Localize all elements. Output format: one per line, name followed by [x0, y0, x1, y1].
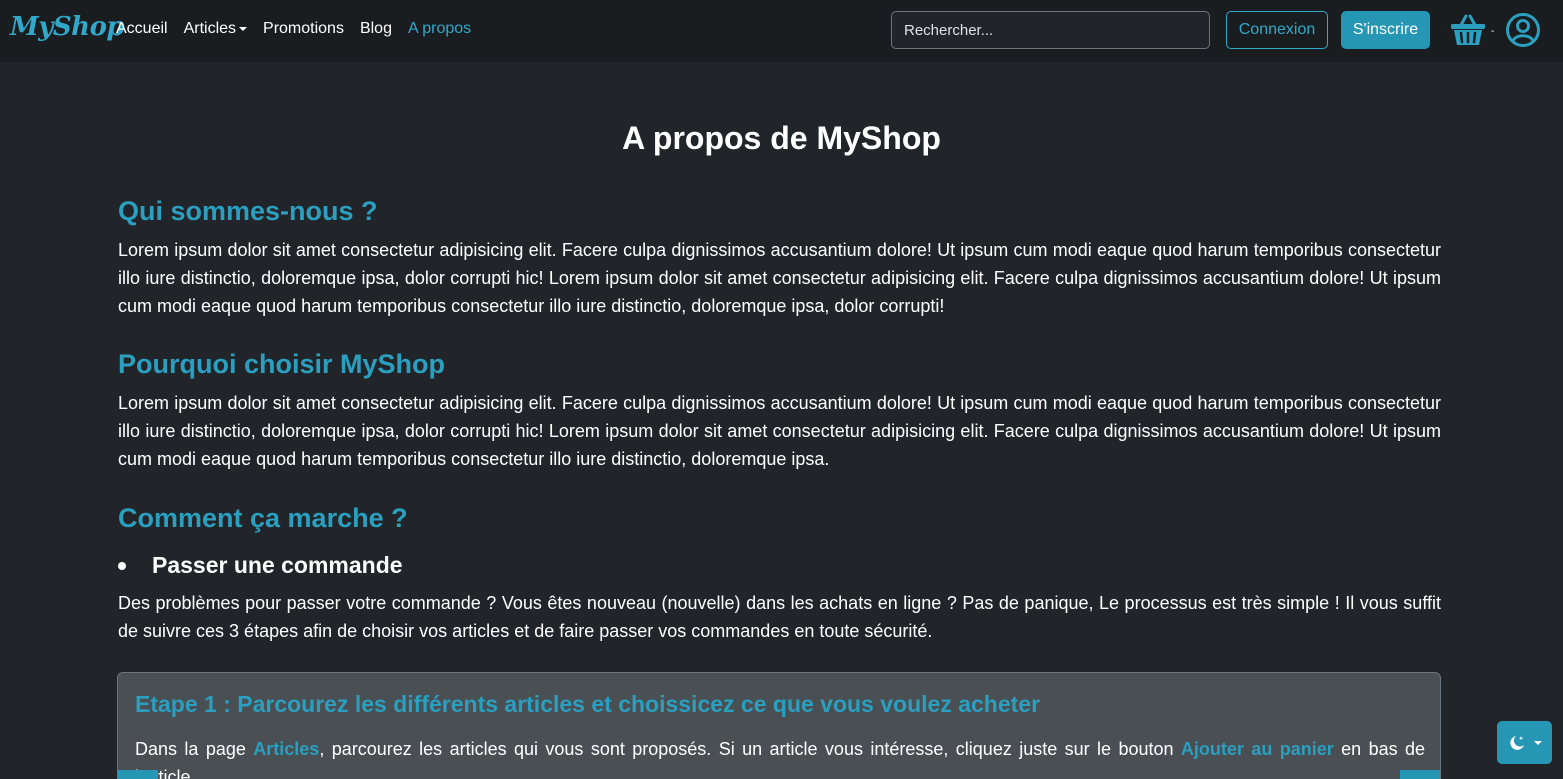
- step-text-middle: , parcourez les articles qui vous sont p…: [319, 739, 1181, 759]
- section-heading-qui-sommes-nous: Qui sommes-nous ?: [118, 196, 378, 226]
- step-card-text: Dans la page Articles, parcourez les art…: [135, 735, 1425, 779]
- step-card-title: Etape 1 : Parcourez les différents artic…: [135, 691, 1041, 717]
- user-circle-icon[interactable]: [1505, 12, 1541, 48]
- bullet-text: Des problèmes pour passer votre commande…: [118, 593, 1441, 641]
- bullet-heading: Passer une commande: [152, 552, 403, 578]
- bullet-dot: [118, 561, 126, 570]
- brand-logo[interactable]: MyShop: [10, 12, 125, 42]
- moon-stars-icon: [1510, 735, 1524, 750]
- nav-link-a-propos[interactable]: A propos: [408, 20, 471, 38]
- card-nav-right[interactable]: [1400, 770, 1440, 779]
- nav-link-promotions[interactable]: Promotions: [263, 20, 344, 38]
- nav-link-blog[interactable]: Blog: [360, 20, 392, 38]
- search-input[interactable]: [891, 11, 1210, 49]
- navbar: MyShop Accueil Articles Promotions Blog …: [0, 0, 1563, 62]
- chevron-down-icon: [1534, 740, 1542, 745]
- articles-link[interactable]: Articles: [253, 739, 319, 759]
- section-heading-pourquoi: Pourquoi choisir MyShop: [118, 349, 446, 379]
- nav-link-accueil[interactable]: Accueil: [116, 20, 168, 38]
- basket-icon[interactable]: [1450, 13, 1486, 47]
- nav-links: Accueil Articles Promotions Blog A propo…: [116, 20, 471, 38]
- nav-link-articles-dropdown[interactable]: Articles: [183, 20, 248, 38]
- theme-toggle-button[interactable]: [1497, 721, 1552, 764]
- step-text-before: Dans la page: [135, 739, 254, 759]
- section-text-qui-sommes-nous: Lorem ipsum dolor sit amet consectetur a…: [118, 240, 1441, 316]
- caret-down-icon: [239, 26, 248, 31]
- step-card: Etape 1 : Parcourez les différents artic…: [117, 672, 1441, 779]
- list-item: Passer une commande: [118, 552, 1441, 579]
- signup-button[interactable]: S'inscrire: [1341, 11, 1430, 49]
- card-nav-left[interactable]: [118, 770, 158, 779]
- login-button[interactable]: Connexion: [1226, 11, 1328, 49]
- section-text-pourquoi: Lorem ipsum dolor sit amet consectetur a…: [118, 393, 1441, 469]
- nav-link-articles-label: Articles: [183, 20, 237, 37]
- cart-count: -: [1491, 26, 1495, 37]
- section-heading-comment: Comment ça marche ?: [118, 503, 408, 533]
- page-title: A propos de MyShop: [622, 120, 941, 156]
- add-to-cart-link[interactable]: Ajouter au panier: [1181, 739, 1334, 759]
